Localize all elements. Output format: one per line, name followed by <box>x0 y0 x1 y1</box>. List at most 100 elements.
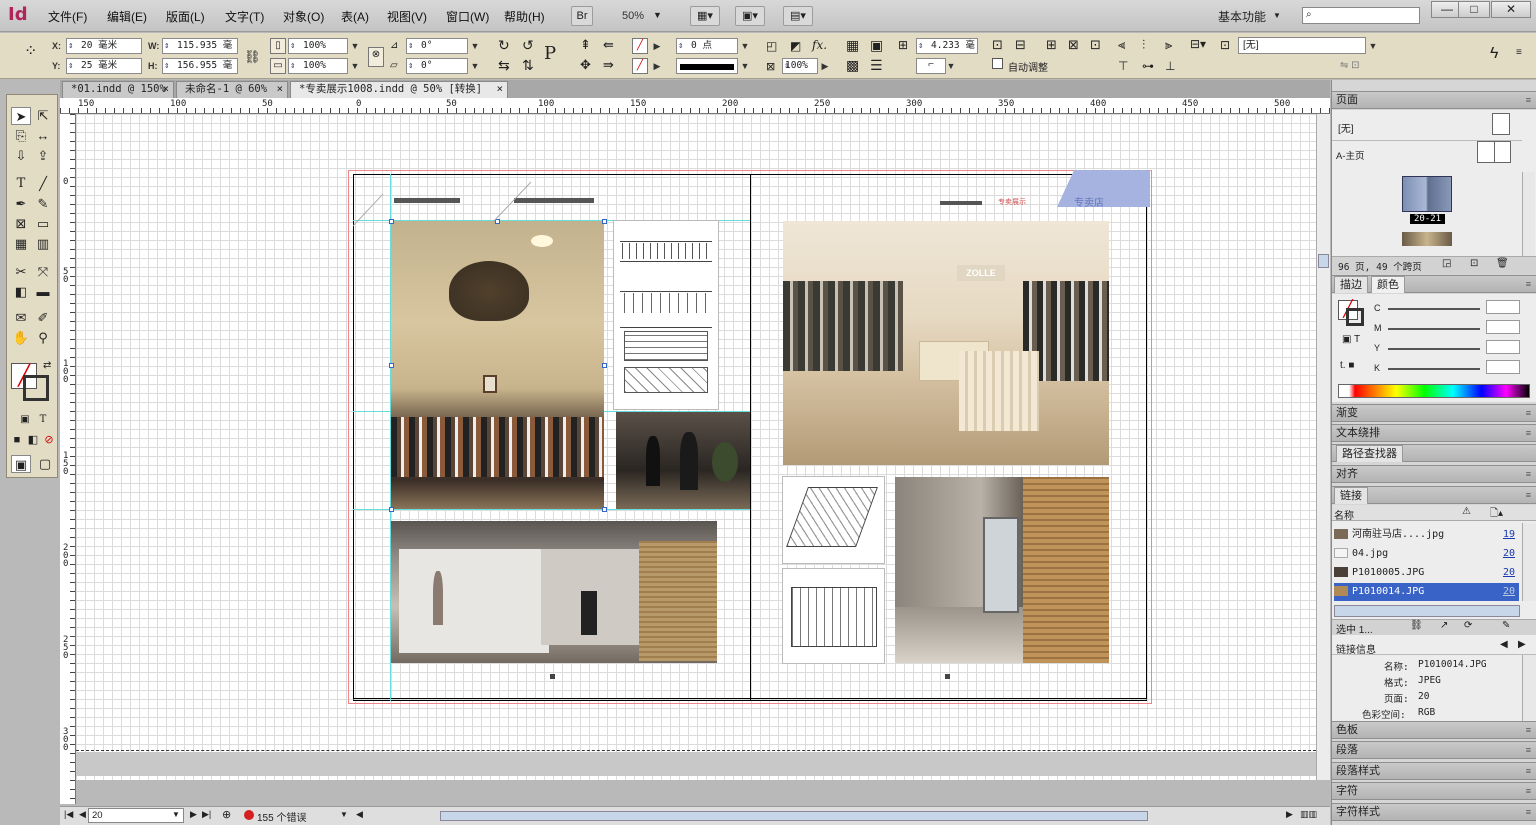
align-center-icon[interactable]: ⫶ <box>1142 37 1145 53</box>
tab-active-document[interactable]: *专卖展示1008.indd @ 50% [转换] × <box>290 81 508 98</box>
wrap-jump-icon[interactable]: ☰ <box>870 57 883 74</box>
workspace-dropdown-icon[interactable]: ▼ <box>1273 11 1281 20</box>
open-page-icon[interactable]: ⊕ <box>222 808 231 821</box>
scale-y-field[interactable]: 100% <box>288 58 348 74</box>
rotate-field[interactable]: 0° <box>406 38 468 54</box>
direct-selection-tool-icon[interactable]: ⇱ <box>33 107 53 125</box>
select-container-icon[interactable]: ⇞ <box>580 37 591 53</box>
panel-menu-icon[interactable]: ≡ <box>1526 722 1531 738</box>
wrap-bounding-icon[interactable]: ▣ <box>870 37 883 54</box>
wrap-shape-icon[interactable]: ▩ <box>846 57 859 74</box>
goto-link-icon[interactable]: ↗ <box>1440 620 1448 631</box>
k-slider[interactable] <box>1388 368 1480 370</box>
opacity-arrow-icon[interactable]: ▶ <box>818 58 832 74</box>
drop-shadow-icon[interactable]: ◰ <box>766 39 777 53</box>
close-tab-icon[interactable]: × <box>163 82 169 97</box>
stroke-dropdown-icon[interactable]: ▶ <box>650 58 664 74</box>
stroke-type-dropdown-icon[interactable]: ▼ <box>738 58 752 74</box>
info-next-icon[interactable]: ▶ <box>1518 639 1526 650</box>
menu-help[interactable]: 帮助(H) <box>504 8 545 25</box>
screen-mode-icon[interactable]: ▣▾ <box>735 6 765 26</box>
content-collector-icon[interactable]: ⇩ <box>11 147 31 165</box>
horizontal-scroll-thumb[interactable] <box>440 811 1148 821</box>
pathfinder-panel-header[interactable]: 路径查找器 <box>1332 444 1536 462</box>
stroke-weight-field[interactable]: 0 点 <box>676 38 738 54</box>
tab-untitled[interactable]: 未命名-1 @ 60% × <box>176 81 288 98</box>
apply-none-icon[interactable]: ⊘ <box>39 431 59 449</box>
stroke-weight-dropdown-icon[interactable]: ▼ <box>738 38 752 54</box>
menu-file[interactable]: 文件(F) <box>48 8 87 25</box>
table-tool-icon[interactable]: ▦ <box>11 235 31 253</box>
photo-mall-corridor[interactable] <box>895 477 1109 663</box>
arrange-documents-icon[interactable]: ▤▾ <box>783 6 813 26</box>
next-page-icon[interactable]: ▶ <box>190 809 197 820</box>
rotate-ccw-icon[interactable]: ↺ <box>522 37 534 54</box>
panel-menu-icon[interactable]: ≡ <box>1526 425 1531 441</box>
first-page-icon[interactable]: |◀ <box>64 809 73 820</box>
elevation-drawing[interactable] <box>613 220 719 410</box>
link-row[interactable]: 04.jpg 20 <box>1334 545 1519 563</box>
links-hscrollbar[interactable] <box>1334 605 1520 617</box>
scale-y-dropdown-icon[interactable]: ▼ <box>348 58 362 74</box>
zoom-tool-icon[interactable]: ⚲ <box>33 329 53 347</box>
pages-panel-header[interactable]: 页面 ≡ <box>1332 91 1536 109</box>
update-link-icon[interactable]: ⟳ <box>1464 620 1472 631</box>
y-field[interactable]: 25 毫米 <box>66 58 142 74</box>
gradient-panel-header[interactable]: 渐变 ≡ <box>1332 404 1536 422</box>
m-slider[interactable] <box>1388 328 1480 330</box>
gradient-feather-tool-icon[interactable]: ▬ <box>33 283 53 301</box>
paragraph-styles-panel-header[interactable]: 段落样式 ≡ <box>1332 762 1536 780</box>
panel-menu-icon[interactable]: ≡ <box>1526 783 1531 799</box>
align-middle-icon[interactable]: ⊶ <box>1142 59 1154 73</box>
gap-field[interactable]: 4.233 毫 <box>916 38 978 54</box>
color-spectrum[interactable] <box>1338 384 1530 398</box>
object-style-select[interactable]: [无] <box>1238 37 1366 54</box>
panel-menu-icon[interactable]: ≡ <box>1526 92 1531 108</box>
split-view-icon[interactable]: ▥▥ <box>1300 809 1317 820</box>
tab-doc-01[interactable]: *01.indd @ 150% × <box>62 81 174 98</box>
document-canvas[interactable]: 专卖展示 专卖店 ZOLLE <box>76 114 1316 780</box>
panel-menu-icon[interactable]: ≡ <box>1526 804 1531 820</box>
pen-tool-icon[interactable]: ✒ <box>11 195 31 213</box>
menu-view[interactable]: 视图(V) <box>387 8 427 25</box>
c-slider[interactable] <box>1388 308 1480 310</box>
workspace-switcher[interactable]: 基本功能 <box>1218 8 1266 25</box>
fill-frame-icon[interactable]: ⊞ <box>1046 37 1057 53</box>
y-slider[interactable] <box>1388 348 1480 350</box>
help-search-input[interactable]: ⌕ <box>1302 7 1420 24</box>
pencil-tool-icon[interactable]: ✎ <box>33 195 53 213</box>
align-right-icon[interactable]: ⫸ <box>1165 37 1172 53</box>
swap-fill-stroke-icon[interactable]: ⇄ <box>43 360 51 371</box>
select-content-icon[interactable]: ✥ <box>580 57 591 73</box>
stroke-none-icon[interactable]: ╱ <box>632 58 648 74</box>
selection-handle[interactable] <box>389 507 394 512</box>
formatting-text-icon[interactable]: T <box>33 411 53 429</box>
photo-zolle-interior[interactable]: ZOLLE <box>783 221 1109 465</box>
rotate-cw-icon[interactable]: ↻ <box>498 37 510 54</box>
eyedropper-tool-icon[interactable]: ✐ <box>33 309 53 327</box>
rotate-dropdown-icon[interactable]: ▼ <box>468 38 482 54</box>
page-dropdown-icon[interactable]: ▼ <box>172 810 180 819</box>
info-prev-icon[interactable]: ◀ <box>1500 639 1508 650</box>
c-value-field[interactable] <box>1486 300 1520 314</box>
link-row-selected[interactable]: P1010014.JPG 20 <box>1334 583 1519 601</box>
effects-icon[interactable]: ◩ <box>790 39 801 53</box>
text-wrap-panel-header[interactable]: 文本绕排 ≡ <box>1332 424 1536 442</box>
link-page[interactable]: 20 <box>1503 583 1515 601</box>
y-value-field[interactable] <box>1486 340 1520 354</box>
zoom-level[interactable]: 50% <box>622 10 644 22</box>
menu-table[interactable]: 表(A) <box>341 8 369 25</box>
none-master-thumbnail[interactable] <box>1492 113 1510 135</box>
horizontal-ruler[interactable]: 150 100 50 0 50 100 150 200 250 300 350 … <box>60 98 1330 114</box>
photo-storefront-render[interactable] <box>391 521 717 663</box>
type-tool-icon[interactable]: T <box>11 175 31 193</box>
k-value-field[interactable] <box>1486 360 1520 374</box>
distribute-icon[interactable]: ⊟▾ <box>1190 37 1206 51</box>
autofit-checkbox[interactable] <box>992 58 1003 69</box>
fit-proportional-icon[interactable]: ⊠ <box>1068 37 1079 53</box>
preflight-errors[interactable]: 155 个错误 <box>257 809 306 824</box>
m-value-field[interactable] <box>1486 320 1520 334</box>
corner-dropdown-icon[interactable]: ▼ <box>944 58 958 74</box>
scissors-tool-icon[interactable]: ✂ <box>11 263 31 281</box>
panel-menu-icon[interactable]: ≡ <box>1526 276 1531 292</box>
